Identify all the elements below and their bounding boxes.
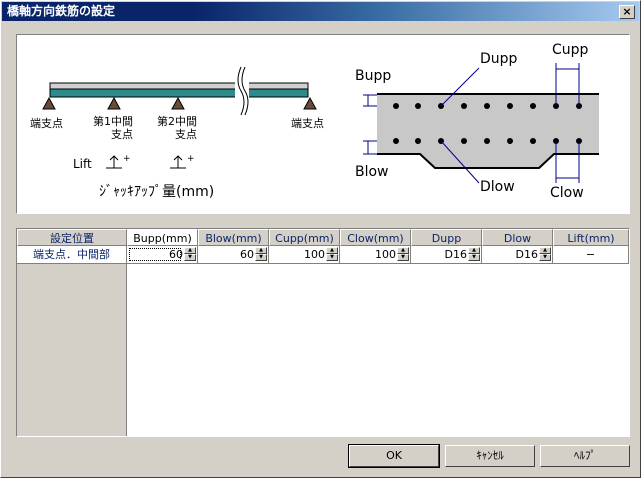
header-dlow[interactable]: Dlow	[482, 229, 553, 246]
support-triangle-icon	[42, 96, 56, 110]
cell-dupp[interactable]: D16 ▲ ▼	[411, 246, 482, 264]
spin-down-icon: ▼	[326, 254, 338, 261]
title-bar: 橋軸方向鉄筋の設定 ×	[2, 2, 639, 21]
spin-up-icon: ▲	[326, 247, 338, 254]
header-cupp[interactable]: Cupp(mm)	[269, 229, 340, 246]
lift-plus-1: +	[123, 154, 131, 164]
header-position: 設定位置	[17, 229, 127, 246]
header-clow[interactable]: Clow(mm)	[340, 229, 411, 246]
cell-bupp[interactable]: 60 ▲ ▼	[127, 246, 198, 264]
clow-spinner[interactable]: ▲ ▼	[397, 247, 409, 262]
cupp-label: Cupp	[552, 42, 589, 58]
spin-up-icon: ▲	[397, 247, 409, 254]
header-lift[interactable]: Lift(mm)	[553, 229, 629, 246]
support-triangle-icon	[107, 96, 121, 110]
bupp-spinner[interactable]: ▲ ▼	[184, 247, 196, 262]
support-end-right-label: 端支点	[291, 117, 324, 130]
spin-down-icon: ▼	[184, 254, 196, 261]
help-button[interactable]: ﾍﾙﾌﾟ	[540, 445, 630, 467]
jack-up-label: ｼﾞｬｯｷｱｯﾌﾟ量(mm)	[99, 184, 215, 200]
dlow-label: Dlow	[480, 179, 515, 195]
bupp-label: Bupp	[355, 68, 392, 84]
spin-down-icon: ▼	[539, 254, 551, 261]
lift-label: Lift	[73, 157, 92, 171]
spin-up-icon: ▲	[255, 247, 267, 254]
cell-blow[interactable]: 60 ▲ ▼	[198, 246, 269, 264]
spin-down-icon: ▼	[468, 254, 480, 261]
cell-cupp[interactable]: 100 ▲ ▼	[269, 246, 340, 264]
cell-clow[interactable]: 100 ▲ ▼	[340, 246, 411, 264]
close-button[interactable]: ×	[619, 5, 635, 19]
header-bupp[interactable]: Bupp(mm)	[127, 229, 198, 246]
lift-plus-2: +	[187, 154, 195, 164]
row-position[interactable]: 端支点．中間部	[17, 246, 127, 264]
cross-section-figure	[363, 63, 599, 184]
blow-label: Blow	[355, 164, 389, 180]
support-mid1-label-line2: 支点	[111, 128, 133, 141]
support-triangle-icon	[171, 96, 185, 110]
support-end-left-label: 端支点	[30, 117, 63, 130]
cupp-spinner[interactable]: ▲ ▼	[326, 247, 338, 262]
dlow-spinner[interactable]: ▲ ▼	[539, 247, 551, 262]
support-mid2-label-line2: 支点	[175, 128, 197, 141]
spin-down-icon: ▼	[397, 254, 409, 261]
cell-dlow[interactable]: D16 ▲ ▼	[482, 246, 553, 264]
cell-lift[interactable]: −	[553, 246, 629, 264]
dupp-spinner[interactable]: ▲ ▼	[468, 247, 480, 262]
header-blow[interactable]: Blow(mm)	[198, 229, 269, 246]
spin-up-icon: ▲	[184, 247, 196, 254]
clow-label: Clow	[550, 185, 584, 201]
rebar-diagram: 端支点 第1中間 支点 第2中間 支点 端支点 Lift + + ｼﾞｬｯｷｱｯ…	[16, 34, 630, 214]
blow-spinner[interactable]: ▲ ▼	[255, 247, 267, 262]
spin-up-icon: ▲	[468, 247, 480, 254]
cancel-button[interactable]: ｷｬﾝｾﾙ	[445, 445, 535, 467]
header-dupp[interactable]: Dupp	[411, 229, 482, 246]
spin-down-icon: ▼	[255, 254, 267, 261]
ok-button[interactable]: OK	[348, 444, 440, 468]
dupp-label: Dupp	[480, 51, 518, 67]
settings-grid: 設定位置 Bupp(mm) Blow(mm) Cupp(mm) Clow(mm)…	[16, 228, 630, 437]
window-title: 橋軸方向鉄筋の設定	[7, 4, 116, 18]
dialog-window: 橋軸方向鉄筋の設定 × 端支点 第1中間 支点 第2中間 支点 端支点 Lift…	[0, 0, 641, 478]
spin-up-icon: ▲	[539, 247, 551, 254]
support-triangle-icon	[303, 96, 317, 110]
